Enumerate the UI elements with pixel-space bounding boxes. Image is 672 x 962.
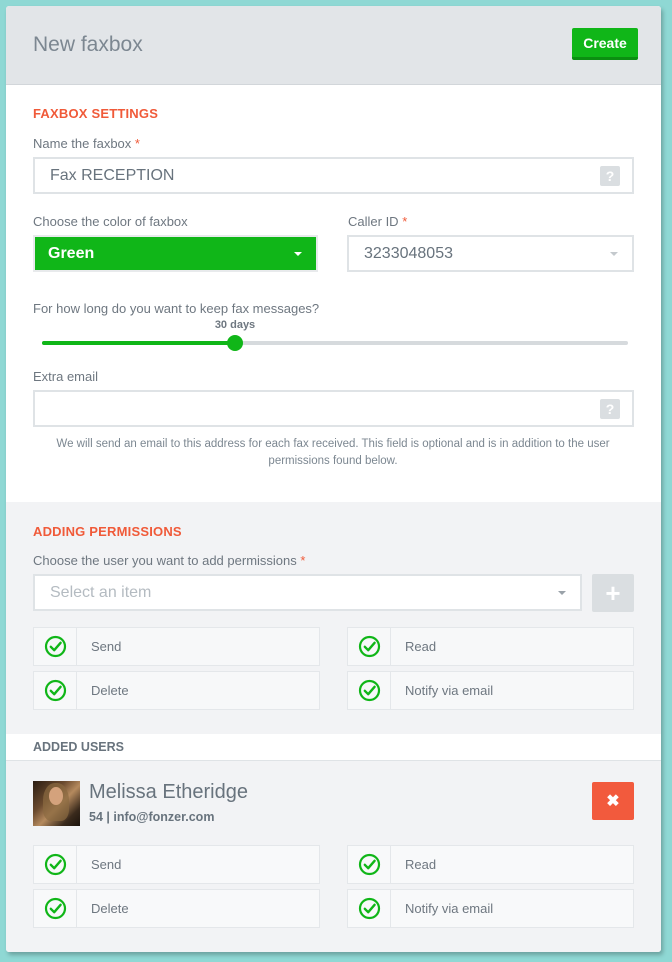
caller-id-label: Caller ID * (348, 214, 408, 229)
caller-id-value: 3233048053 (364, 245, 453, 262)
chevron-down-icon (558, 591, 566, 595)
faxbox-color-select[interactable]: Green (33, 235, 318, 272)
added-users-header: ADDED USERS (6, 734, 661, 761)
help-icon[interactable]: ? (600, 399, 620, 419)
permission-label: Read (405, 639, 437, 654)
avatar (33, 781, 80, 826)
user-meta: 54 | info@fonzer.com (89, 810, 215, 824)
extra-email-label: Extra email (33, 369, 99, 384)
create-button[interactable]: Create (572, 28, 638, 60)
check-circle-icon (348, 890, 391, 927)
check-circle-icon (34, 890, 77, 927)
required-mark: * (300, 553, 306, 568)
user-permission-notify-email[interactable]: Notify via email (347, 889, 634, 928)
check-circle-icon (348, 846, 391, 883)
add-permission-button[interactable]: + (592, 574, 634, 612)
remove-user-button[interactable]: ✖ (592, 782, 634, 820)
faxbox-color-value: Green (48, 245, 95, 262)
permission-label: Read (405, 857, 437, 872)
faxbox-name-value: Fax RECEPTION (50, 167, 175, 184)
permission-read[interactable]: Read (347, 627, 634, 666)
permission-user-select[interactable]: Select an item (33, 574, 582, 611)
permission-label: Notify via email (405, 683, 494, 698)
chevron-down-icon (610, 252, 618, 256)
faxbox-color-label: Choose the color of faxbox (33, 214, 188, 229)
permission-label: Send (91, 857, 122, 872)
permission-label: Send (91, 639, 122, 654)
new-faxbox-panel: New faxbox Create FAXBOX SETTINGS Name t… (6, 6, 661, 952)
permission-label: Delete (91, 683, 129, 698)
chevron-down-icon (294, 252, 302, 256)
caller-id-select[interactable]: 3233048053 (347, 235, 634, 272)
extra-email-input[interactable]: ? (33, 390, 634, 427)
retention-slider-fill (42, 341, 235, 345)
retention-slider[interactable]: 30 days (42, 319, 628, 351)
check-circle-icon (34, 628, 77, 665)
user-name: Melissa Etheridge (89, 781, 248, 803)
added-users-title: ADDED USERS (33, 740, 124, 754)
faxbox-settings-title: FAXBOX SETTINGS (33, 106, 159, 121)
retention-slider-handle[interactable] (227, 335, 243, 351)
check-circle-icon (348, 628, 391, 665)
permission-label: Delete (91, 901, 129, 916)
permission-user-label: Choose the user you want to add permissi… (33, 553, 306, 568)
retention-label: For how long do you want to keep fax mes… (33, 301, 320, 316)
required-mark: * (402, 214, 408, 229)
check-circle-icon (34, 846, 77, 883)
faxbox-name-input[interactable]: Fax RECEPTION ? (33, 157, 634, 194)
extra-email-hint: We will send an email to this address fo… (56, 438, 610, 467)
permission-label: Notify via email (405, 901, 494, 916)
user-permission-read[interactable]: Read (347, 845, 634, 884)
retention-value: 30 days (214, 319, 256, 331)
check-circle-icon (34, 672, 77, 709)
permission-delete[interactable]: Delete (33, 671, 320, 710)
faxbox-name-label: Name the faxbox * (33, 136, 140, 151)
required-mark: * (134, 136, 140, 151)
user-permission-delete[interactable]: Delete (33, 889, 320, 928)
page-title: New faxbox (33, 33, 143, 56)
permission-notify-email[interactable]: Notify via email (347, 671, 634, 710)
permission-send[interactable]: Send (33, 627, 320, 666)
check-circle-icon (348, 672, 391, 709)
help-icon[interactable]: ? (600, 166, 620, 186)
adding-permissions-title: ADDING PERMISSIONS (33, 524, 182, 539)
permission-user-placeholder: Select an item (50, 584, 152, 601)
user-permission-send[interactable]: Send (33, 845, 320, 884)
panel-header: New faxbox Create (6, 6, 661, 85)
